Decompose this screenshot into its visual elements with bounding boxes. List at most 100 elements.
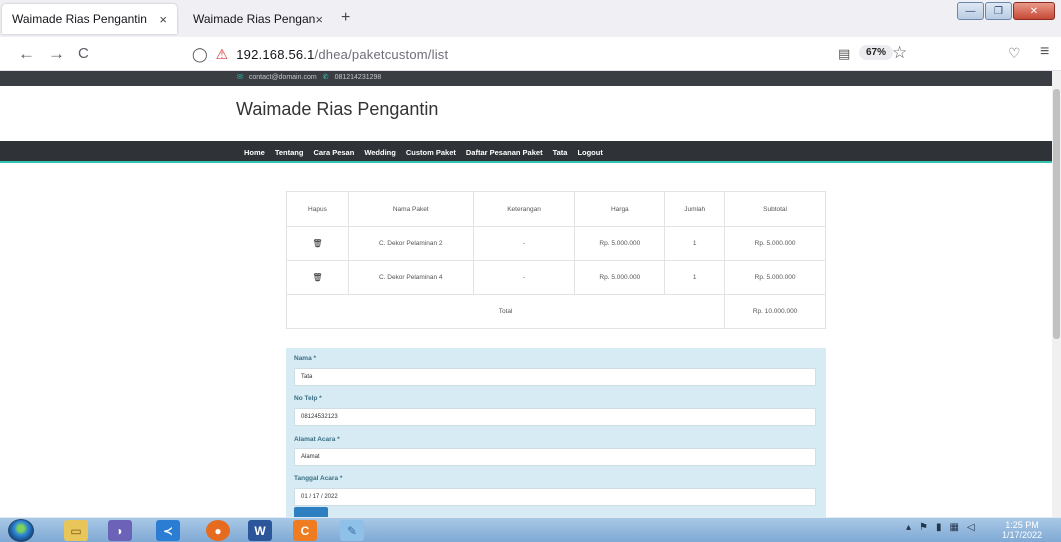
system-clock[interactable]: 1:25 PM 1/17/2022 [1002,520,1042,540]
col-keterangan: Keterangan [472,191,576,227]
window-controls: — ❐ ✕ [957,2,1055,20]
url-host: 192.168.56.1 [236,46,315,62]
table-header-row: Hapus Nama Paket Keterangan Harga Jumlah… [286,191,826,227]
clock-date: 1/17/2022 [1002,530,1043,540]
alamat-label: Alamat Acara * [294,436,340,443]
nav-wedding[interactable]: Wedding [364,148,396,157]
phone-icon: ✆ [322,74,329,81]
app-c-icon[interactable]: C [293,520,317,541]
maximize-button[interactable]: ❐ [985,2,1012,20]
cell-harga: Rp. 5.000.000 [574,226,666,261]
col-nama-paket: Nama Paket [347,191,474,227]
system-tray: ▴ ⚑ ▮ ▦ ◁ [906,522,975,533]
col-subtotal: Subtotal [724,191,826,227]
cell-jumlah: 1 [664,226,726,261]
cart-table: Hapus Nama Paket Keterangan Harga Jumlah… [285,191,826,329]
nav-custom-paket[interactable]: Custom Paket [406,148,456,157]
word-icon[interactable]: W [248,520,272,541]
tanggal-label: Tanggal Acara * [294,475,343,482]
hamburger-menu-icon[interactable]: ≡ [1040,43,1049,61]
minimize-button[interactable]: — [957,2,984,20]
tab-close-icon[interactable]: × [159,12,167,27]
col-jumlah: Jumlah [664,191,726,227]
nav-logout[interactable]: Logout [577,148,602,157]
submit-button[interactable] [294,507,328,517]
tab-title: Waimade Rias Pengantin [193,12,316,26]
cell-subtotal: Rp. 5.000.000 [724,226,826,261]
total-label: Total [285,294,726,329]
back-icon[interactable]: ← [18,45,35,63]
insecure-lock-icon[interactable]: ⚠ [216,46,229,63]
tray-flag-icon[interactable]: ⚑ [919,522,928,533]
delete-cell: 🗑 [286,226,349,261]
explorer-icon[interactable]: ▭ [64,520,88,541]
cell-nama: C. Dekor Pelaminan 4 [347,260,474,295]
nama-input[interactable]: Tata [294,368,816,386]
zoom-level[interactable]: 67% [859,45,894,60]
nav-home[interactable]: Home [244,148,265,157]
paint-icon[interactable]: ✎ [340,520,364,541]
contact-topbar: ✉ contact@domain.com ✆ 081214231298 [0,71,1052,86]
nav-cara-pesan[interactable]: Cara Pesan [313,148,354,157]
browser-nav-bar: ← → C ◯ ⚠ 192.168.56.1/dhea/paketcustom/… [0,37,1061,71]
url-path: /dhea/paketcustom/list [314,46,449,62]
trash-icon[interactable]: 🗑 [312,239,322,248]
nav-tentang[interactable]: Tentang [275,148,304,157]
cell-nama: C. Dekor Pelaminan 2 [347,226,474,261]
tray-volume-icon[interactable]: ◁ [967,522,975,533]
contact-info: ✉ contact@domain.com ✆ 081214231298 [237,73,382,82]
tab-close-icon[interactable]: × [315,12,323,27]
cell-harga: Rp. 5.000.000 [574,260,666,295]
tab-inactive[interactable]: Waimade Rias Pengantin × [183,4,333,34]
new-tab-button[interactable]: + [341,9,350,27]
table-row: 🗑 C. Dekor Pelaminan 4 - Rp. 5.000.000 1… [286,260,826,295]
tray-network-icon[interactable]: ▦ [950,522,959,533]
app-dolphin-icon[interactable]: ◗ [108,520,132,541]
cell-subtotal: Rp. 5.000.000 [724,260,826,295]
col-hapus: Hapus [286,191,349,227]
reload-icon[interactable]: C [78,45,89,63]
url-bar[interactable]: ◯ ⚠ 192.168.56.1/dhea/paketcustom/list [186,41,870,67]
site-brand[interactable]: Waimade Rias Pengantin [236,99,438,120]
tray-battery-icon[interactable]: ▮ [936,522,942,533]
page-scrollbar[interactable] [1052,71,1061,517]
firefox-icon[interactable]: ● [206,520,230,541]
tanggal-input[interactable]: 01 / 17 / 2022 [294,488,816,506]
tab-active[interactable]: Waimade Rias Pengantin × [2,4,177,34]
table-row: 🗑 C. Dekor Pelaminan 2 - Rp. 5.000.000 1… [286,226,826,261]
scrollbar-thumb[interactable] [1053,89,1060,339]
contact-email[interactable]: contact@domain.com [249,74,317,81]
tracking-shield-icon[interactable]: ◯ [192,46,208,63]
trash-icon[interactable]: 🗑 [312,273,322,282]
forward-icon[interactable]: → [48,45,65,63]
browser-tab-bar: Waimade Rias Pengantin × Waimade Rias Pe… [0,0,1061,37]
vscode-icon[interactable]: ≺ [156,520,180,541]
pocket-icon[interactable]: ♡ [1008,45,1021,62]
delete-cell: 🗑 [286,260,349,295]
cell-jumlah: 1 [664,260,726,295]
start-button[interactable] [8,519,34,542]
tab-title: Waimade Rias Pengantin [12,12,147,26]
alamat-input[interactable]: Alamat [294,448,816,466]
reader-view-icon[interactable]: ▤ [838,46,850,62]
nama-label: Nama * [294,355,317,362]
clock-time: 1:25 PM [1005,520,1039,530]
close-window-button[interactable]: ✕ [1013,2,1055,20]
nav-daftar-pesanan-paket[interactable]: Daftar Pesanan Paket [466,148,543,157]
url-text: 192.168.56.1/dhea/paketcustom/list [236,47,448,62]
telp-input[interactable]: 08124532123 [294,408,816,426]
total-value: Rp. 10.000.000 [724,294,826,329]
cell-keterangan: - [472,226,576,261]
nav-user-tata[interactable]: Tata [553,148,568,157]
windows-taskbar: ▭ ◗ ≺ ● W C ✎ ▴ ⚑ ▮ ▦ ◁ 1:25 PM 1/17/202… [0,517,1061,542]
total-row: Total Rp. 10.000.000 [285,294,826,329]
envelope-icon: ✉ [237,74,243,81]
order-form: Nama * Tata No Telp * 08124532123 Alamat… [286,348,826,517]
page-viewport: ✉ contact@domain.com ✆ 081214231298 Waim… [0,71,1052,517]
main-nav: Home Tentang Cara Pesan Wedding Custom P… [0,141,1052,163]
bookmark-star-icon[interactable]: ☆ [892,43,907,63]
contact-phone: 081214231298 [334,73,382,81]
col-harga: Harga [574,191,666,227]
cell-keterangan: - [472,260,576,295]
tray-arrow-icon[interactable]: ▴ [906,522,911,533]
